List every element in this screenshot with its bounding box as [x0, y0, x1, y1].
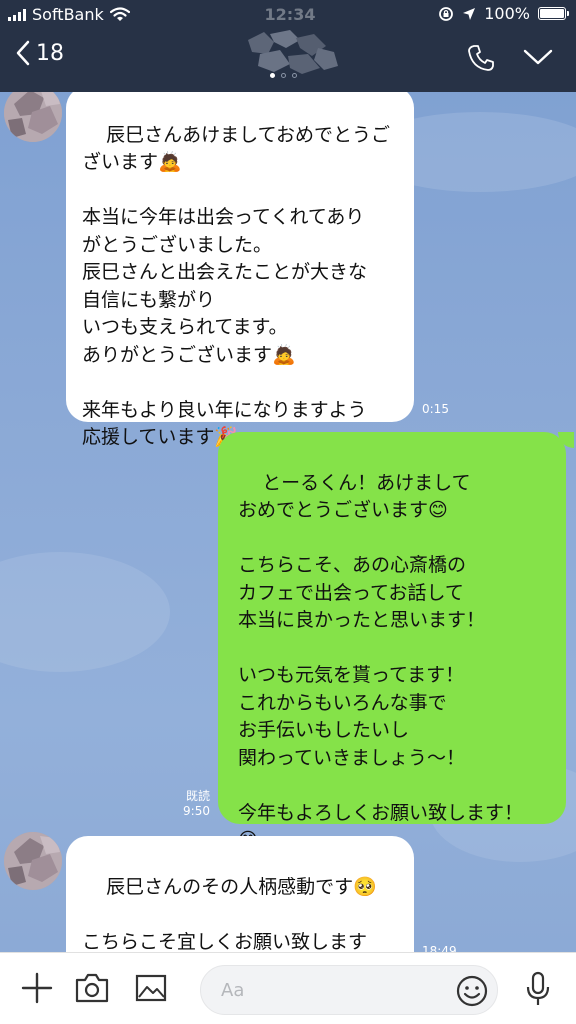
image-icon[interactable] — [134, 971, 168, 1005]
unread-count: 18 — [36, 40, 64, 66]
camera-icon[interactable] — [74, 971, 110, 1005]
contact-avatar[interactable] — [4, 832, 62, 890]
carrier-info: SoftBank — [8, 5, 130, 24]
signal-icon — [8, 8, 26, 21]
message-bubble-incoming[interactable]: 辰巳さんあけましておめでとうご ざいます🙇 本当に今年は出会ってくれてあり がと… — [66, 92, 414, 448]
contact-name-blurred — [248, 30, 338, 74]
chat-header: SoftBank 12:34 100% 18 — [0, 0, 576, 92]
mic-icon[interactable] — [524, 971, 552, 1007]
battery-icon — [538, 7, 569, 20]
back-button[interactable]: 18 — [16, 40, 64, 66]
message-text: とーるくん！あけまして おめでとうございます😊 こちらこそ、あの心斎橋の カフェ… — [238, 471, 524, 852]
message-time: 9:50 — [183, 804, 210, 818]
read-label: 既読 — [185, 789, 210, 803]
status-time: 12:34 — [264, 5, 316, 24]
input-bar: Aa — [0, 952, 576, 1024]
carrier-name: SoftBank — [32, 5, 104, 24]
chat-area[interactable]: 辰巳さんあけましておめでとうご ざいます🙇 本当に今年は出会ってくれてあり がと… — [0, 92, 576, 952]
status-bar: SoftBank 12:34 100% — [0, 0, 576, 30]
message-time: 18:49 — [422, 944, 457, 952]
message-input[interactable]: Aa — [200, 965, 498, 1015]
nav-bar: 18 — [0, 30, 576, 92]
rotation-lock-icon — [439, 6, 454, 21]
read-receipt: 既読 9:50 — [172, 789, 210, 819]
plus-icon[interactable] — [20, 971, 54, 1005]
input-placeholder: Aa — [221, 980, 245, 1001]
chevron-left-icon — [16, 40, 30, 66]
message-text: 辰巳さんあけましておめでとうご ざいます🙇 本当に今年は出会ってくれてあり がと… — [82, 123, 391, 449]
location-icon — [463, 7, 476, 20]
phone-icon[interactable] — [466, 43, 496, 73]
emoji-icon[interactable] — [455, 974, 489, 1008]
message-bubble-outgoing[interactable]: とーるくん！あけまして おめでとうございます😊 こちらこそ、あの心斎橋の カフェ… — [218, 432, 566, 851]
wifi-icon — [109, 7, 130, 21]
message-bubble-incoming[interactable]: 辰巳さんのその人柄感動です🥺 こちらこそ宜しくお願い致します 🙇 🙇 — [66, 836, 414, 952]
page-indicator — [270, 73, 297, 78]
status-right: 100% — [438, 4, 569, 23]
chevron-down-icon[interactable] — [522, 47, 554, 67]
battery-percent: 100% — [484, 4, 530, 23]
message-text: 辰巳さんのその人柄感動です🥺 こちらこそ宜しくお願い致します 🙇 🙇 — [82, 875, 377, 953]
message-time: 0:15 — [422, 402, 449, 416]
